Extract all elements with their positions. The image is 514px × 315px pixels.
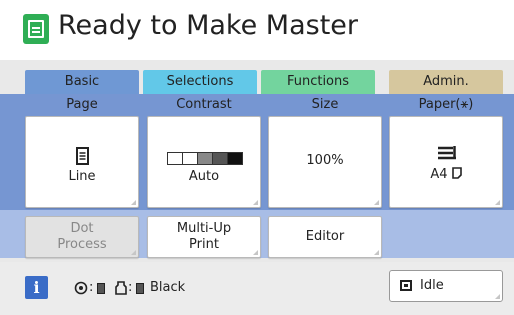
contrast-label: Contrast [176,97,232,112]
page-label: Page [66,97,98,112]
size-value: 100% [306,153,344,168]
editor-button[interactable]: Editor [268,216,382,258]
paper-button[interactable]: A4 [389,116,503,208]
page-value: Line [68,169,96,184]
paper-orientation-icon [451,167,462,179]
idle-label: Idle [420,278,444,293]
drum-level-icon [97,283,105,294]
tab-admin[interactable]: Admin. [389,70,503,94]
document-icon [76,147,89,165]
contrast-level-indicator [167,152,243,165]
paper-stack-icon [438,146,456,160]
dot-process-button[interactable]: Dot Process [25,216,139,258]
page-title: Ready to Make Master [58,10,359,41]
page-button[interactable]: Line [25,116,139,208]
monitor-icon [400,280,412,291]
paper-value: A4 [390,167,502,182]
tab-functions[interactable]: Functions [261,70,375,94]
ink-separator: : [128,280,133,295]
info-button[interactable]: i [25,276,48,299]
ink-icon [115,281,127,295]
size-label: Size [311,97,339,112]
tab-basic[interactable]: Basic [25,70,139,94]
drum-separator: : [89,280,94,295]
screen: Ready to Make Master Basic Selections Fu… [0,0,514,315]
mode-tabs: Basic Selections Functions Admin. [0,70,514,94]
paper-label: Paper(⚹) [418,97,474,112]
multi-up-print-button[interactable]: Multi-Up Print [147,216,261,258]
master-icon [23,14,49,44]
contrast-button[interactable]: Auto [147,116,261,208]
drum-icon [74,281,88,295]
paper-size: A4 [430,167,448,182]
size-button[interactable]: 100% [268,116,382,208]
tab-selections[interactable]: Selections [143,70,257,94]
idle-button[interactable]: Idle [389,270,503,302]
ink-color-label: Black [150,280,186,295]
contrast-value: Auto [188,169,220,184]
title-bar: Ready to Make Master [0,0,514,60]
ink-level-icon [136,283,144,294]
